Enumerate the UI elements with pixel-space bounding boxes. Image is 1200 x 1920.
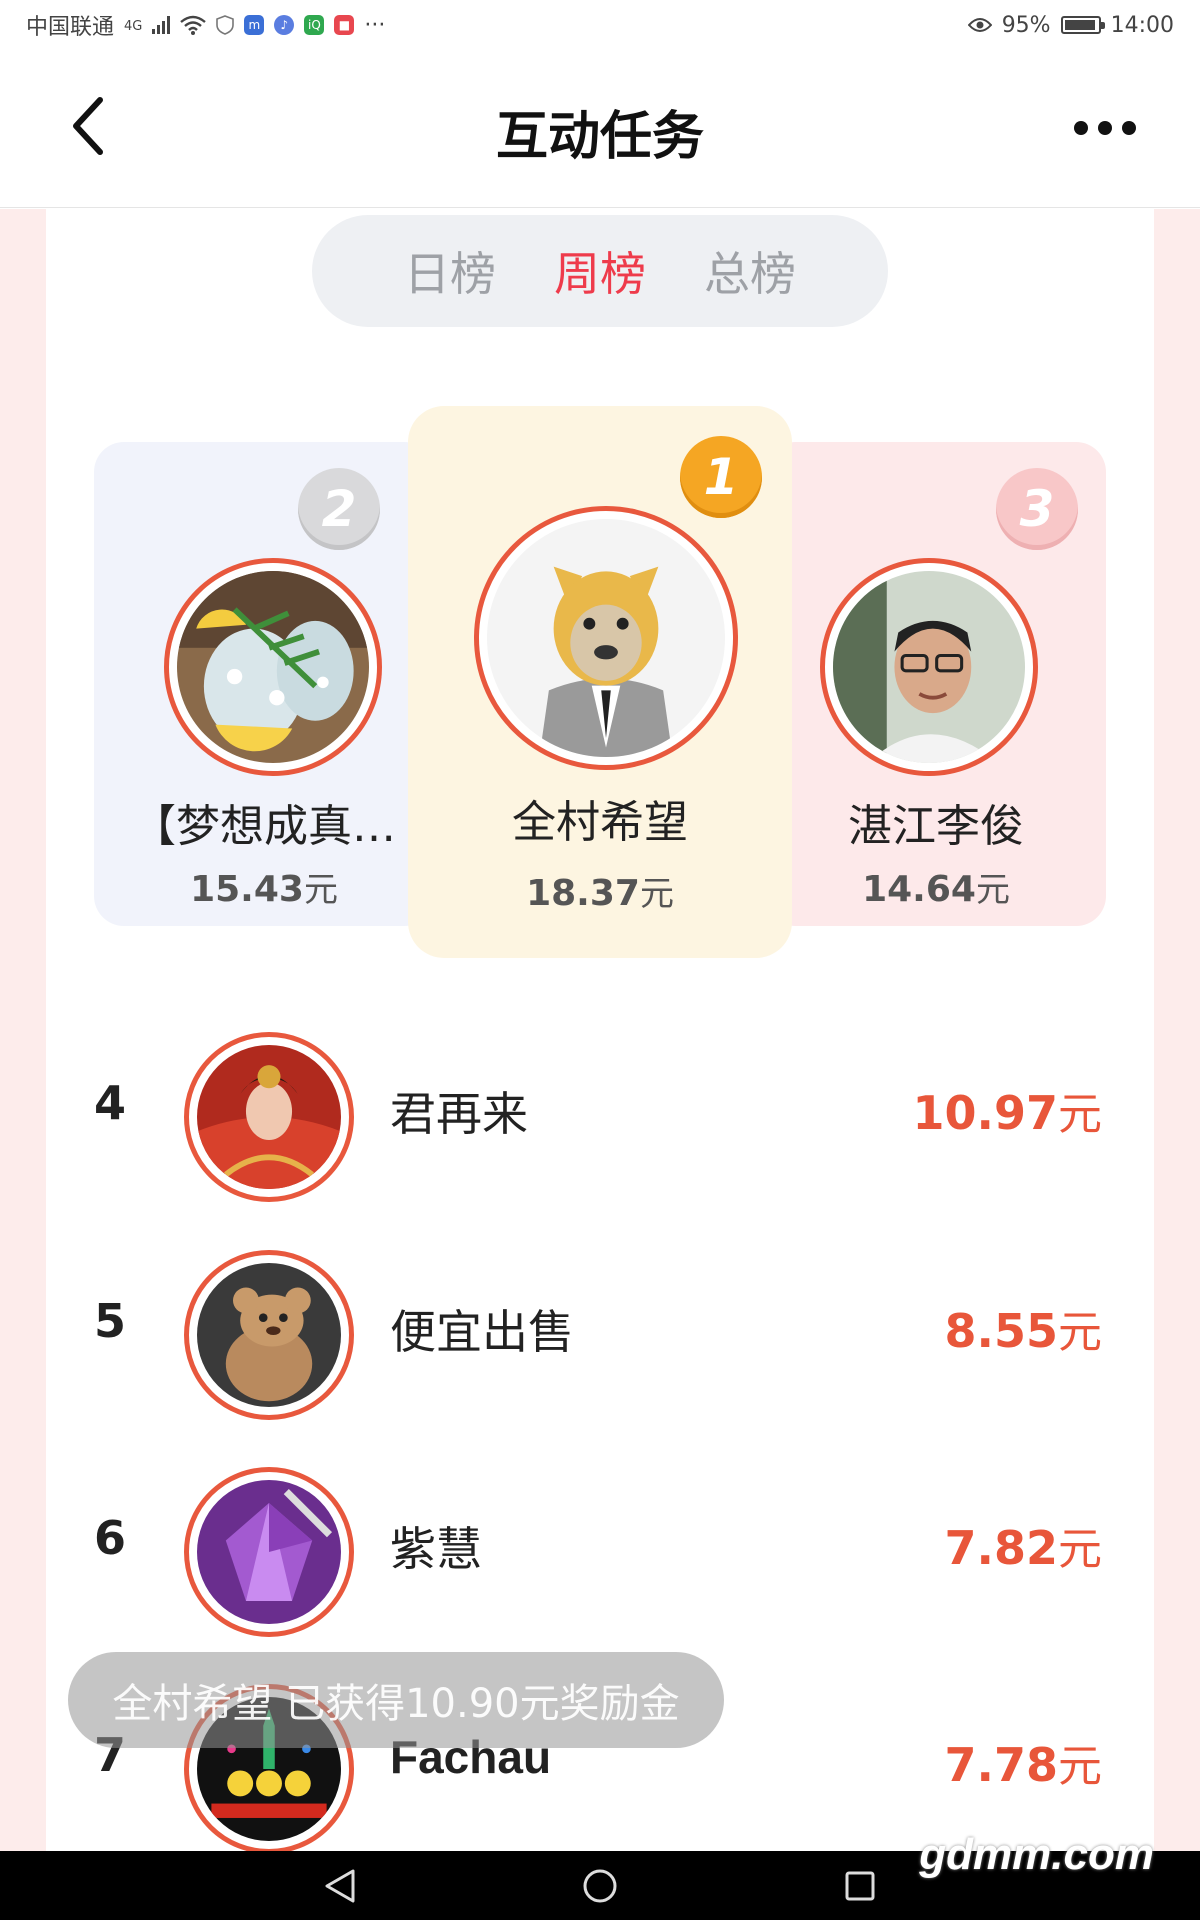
iqiyi-icon: iQ — [304, 15, 325, 35]
list-amount: 7.78元 — [945, 1730, 1103, 1794]
amount-unit: 元 — [1058, 1741, 1102, 1792]
status-bar: 中国联通 4G m ♪ iQ ■ ··· 95% 14:00 — [0, 0, 1200, 50]
list-item[interactable]: 6 紫慧 7.82元 — [46, 1441, 1154, 1641]
watermark: gdmm.com — [919, 1830, 1154, 1879]
avatar — [197, 1263, 341, 1407]
amount-value: 18.37 — [526, 873, 640, 914]
rank-1-badge-icon: 1 — [680, 436, 762, 518]
podium-third-amount: 14.64元 — [782, 862, 1090, 911]
more-button[interactable] — [1060, 102, 1150, 154]
tab-daily[interactable]: 日榜 — [404, 238, 496, 304]
amount-value: 10.97 — [912, 1086, 1058, 1140]
period-tabs: 日榜 周榜 总榜 — [312, 215, 888, 327]
list-avatar[interactable] — [184, 1467, 354, 1637]
podium-third-name: 湛江李俊 — [848, 801, 1024, 852]
music-icon: ♪ — [274, 15, 295, 35]
list-rank: 6 — [94, 1511, 127, 1565]
shield-icon — [216, 15, 235, 35]
list-amount: 10.97元 — [912, 1078, 1102, 1142]
carrier-label: 中国联通 — [26, 15, 115, 40]
list-item[interactable]: 4 君再来 10.97元 — [46, 1006, 1154, 1206]
avatar — [833, 571, 1025, 763]
amount-unit: 元 — [1058, 1089, 1102, 1140]
reward-toast: 全村希望 已获得10.90元奖励金 — [68, 1652, 724, 1748]
app-header: 互动任务 — [0, 50, 1200, 208]
amount-value: 14.64 — [862, 869, 976, 910]
circle-home-icon — [583, 1869, 617, 1902]
list-amount: 8.55元 — [945, 1296, 1103, 1360]
wifi-icon — [180, 15, 207, 35]
overflow-indicator: ··· — [364, 12, 386, 38]
list-name: 紫慧 — [390, 1522, 482, 1576]
amount-unit: 元 — [303, 870, 338, 910]
podium-first-avatar[interactable] — [474, 506, 738, 770]
page-title: 互动任务 — [495, 107, 704, 167]
podium-first-name: 全村希望 — [512, 797, 688, 848]
square-recents-icon — [845, 1871, 875, 1900]
podium-second-name: 【梦想成真… — [132, 801, 396, 852]
status-right: 95% 14:00 — [967, 12, 1174, 38]
list-item[interactable]: 5 便宜出售 8.55元 — [46, 1224, 1154, 1424]
amount-value: 7.78 — [944, 1738, 1059, 1792]
amount-unit: 元 — [1058, 1307, 1102, 1358]
eye-comfort-icon — [967, 18, 992, 32]
list-name: 君再来 — [390, 1087, 528, 1141]
triangle-back-icon — [325, 1869, 355, 1902]
amount-unit: 元 — [975, 870, 1010, 910]
avatar — [197, 1480, 341, 1624]
network-label: 4G — [124, 19, 143, 34]
more-dot — [1122, 121, 1136, 135]
list-rank: 5 — [94, 1294, 127, 1348]
amount-value: 7.82 — [944, 1521, 1059, 1575]
podium-third-avatar[interactable] — [820, 558, 1038, 776]
red-app-icon: ■ — [334, 15, 355, 35]
clock: 14:00 — [1110, 12, 1174, 38]
more-dot — [1098, 121, 1112, 135]
tab-weekly[interactable]: 周榜 — [554, 238, 646, 304]
avatar — [487, 519, 725, 757]
amount-value: 8.55 — [944, 1304, 1059, 1358]
rank-2-badge-icon: 2 — [298, 468, 380, 550]
list-avatar[interactable] — [184, 1250, 354, 1420]
tab-total[interactable]: 总榜 — [704, 238, 796, 304]
avatar — [197, 1045, 341, 1189]
signal-icon — [152, 16, 171, 34]
app-m-icon: m — [244, 15, 265, 35]
list-rank: 4 — [94, 1076, 127, 1130]
more-dots-icon — [1074, 121, 1088, 135]
status-left: 中国联通 4G m ♪ iQ ■ ··· — [26, 9, 385, 41]
amount-value: 15.43 — [190, 869, 304, 910]
list-amount: 7.82元 — [945, 1513, 1103, 1577]
battery-icon — [1060, 16, 1105, 34]
podium-first-amount: 18.37元 — [420, 866, 780, 915]
battery-percent: 95% — [1001, 12, 1051, 38]
list-name: 便宜出售 — [390, 1305, 574, 1359]
nav-recents-button[interactable] — [830, 1856, 890, 1916]
podium-second-amount: 15.43元 — [110, 862, 418, 911]
rank-3-badge-icon: 3 — [996, 468, 1078, 550]
list-avatar[interactable] — [184, 1032, 354, 1202]
nav-back-button[interactable] — [310, 1856, 370, 1916]
avatar — [177, 571, 369, 763]
nav-home-button[interactable] — [570, 1856, 630, 1916]
podium-second-avatar[interactable] — [164, 558, 382, 776]
amount-unit: 元 — [639, 874, 674, 914]
amount-unit: 元 — [1058, 1524, 1102, 1575]
